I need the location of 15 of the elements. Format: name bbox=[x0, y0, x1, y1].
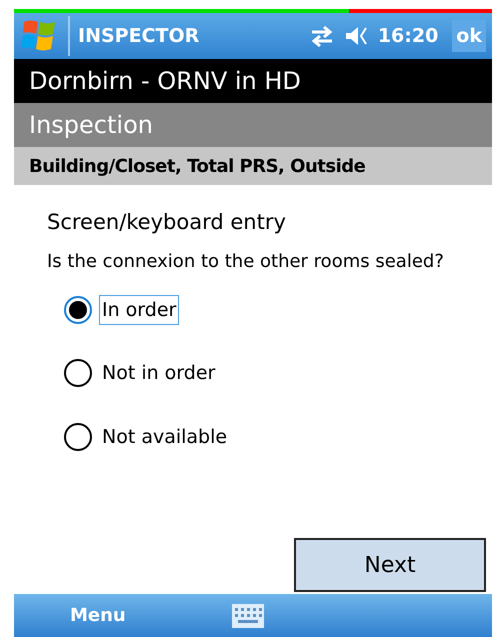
header-title: Dornbirn - ORNV in HD bbox=[29, 66, 301, 97]
question-title: Screen/keyboard entry bbox=[47, 209, 287, 236]
option-label[interactable]: Not in order bbox=[99, 358, 218, 388]
question-text: Is the connexion to the other rooms sealed? bbox=[47, 250, 445, 274]
clock-time: 16:20 bbox=[378, 24, 438, 49]
keyboard-icon[interactable] bbox=[232, 604, 264, 628]
section-title: Inspection bbox=[29, 110, 153, 141]
radio-button[interactable] bbox=[63, 294, 93, 325]
radio-button[interactable] bbox=[63, 358, 93, 388]
option-label[interactable]: In order bbox=[99, 294, 180, 325]
location-path: Building/Closet, Total PRS, Outside bbox=[29, 154, 366, 178]
option-label[interactable]: Not available bbox=[99, 422, 230, 452]
next-button[interactable]: Next bbox=[294, 538, 486, 592]
radio-button[interactable] bbox=[63, 422, 93, 452]
app-title: INSPECTOR bbox=[78, 24, 200, 49]
